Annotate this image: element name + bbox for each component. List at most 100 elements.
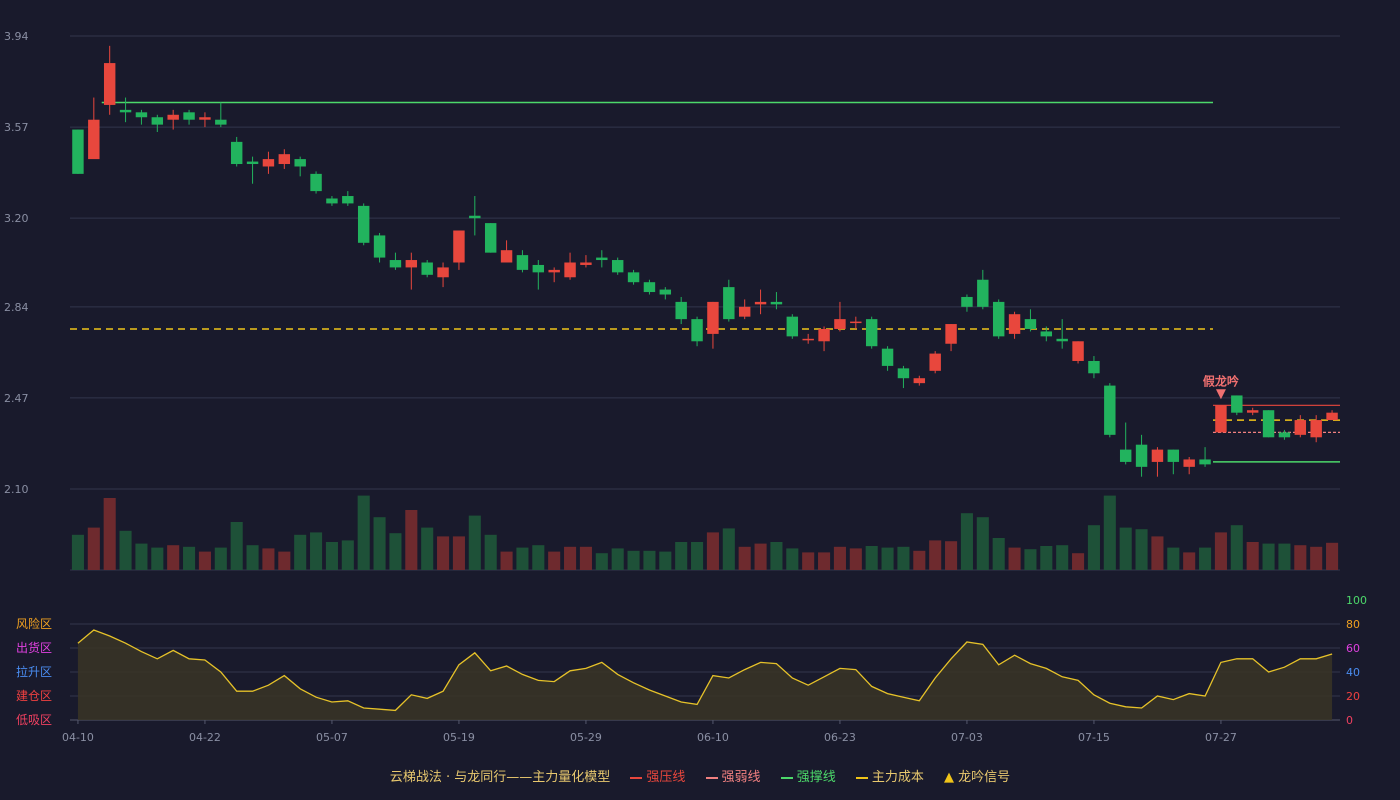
triangle-icon: ▲ (944, 770, 954, 785)
date-tick-label: 04-10 (62, 731, 94, 744)
chart-root: 3.94 3.57 3.20 2.84 2.47 2.10 假龙吟 100 80 60 40 20… (0, 0, 1400, 800)
candle-body (707, 301, 719, 334)
candle-body (1024, 319, 1037, 329)
volume-bar (913, 550, 926, 570)
candle-body (389, 260, 402, 268)
candle-body (1104, 385, 1116, 435)
candlestick-chart: 3.94 3.57 3.20 2.84 2.47 2.10 假龙吟 100 80 60 40 20… (4, 30, 1367, 744)
candle-body (1215, 405, 1227, 433)
candle-body (151, 117, 164, 125)
date-tick-label: 05-29 (570, 731, 602, 744)
candle-body (643, 282, 656, 293)
candle-body (230, 141, 243, 165)
volume-bar (1199, 547, 1212, 570)
candle-body (373, 235, 386, 258)
candle-body (262, 159, 275, 167)
volume-bar (691, 542, 704, 570)
legend-cost-label: 主力成本 (871, 770, 924, 785)
candle-body (1246, 410, 1259, 413)
legend-cost[interactable]: 主力成本 (855, 770, 924, 785)
volume-bar (1167, 547, 1180, 570)
candle-body (850, 321, 862, 324)
volume-bar (659, 551, 672, 570)
candle-body (469, 215, 481, 219)
candle-body (342, 196, 354, 204)
candle-body (818, 328, 830, 342)
candle-body (881, 348, 894, 366)
volume-bar (1008, 547, 1021, 570)
volume-bar (151, 547, 164, 570)
volume-bar (500, 551, 513, 570)
zone-label: 建仓区 (16, 689, 52, 703)
candle-body (691, 319, 703, 342)
oscillator-tick-label: 60 (1346, 642, 1360, 655)
signal-label: 假龙吟 (1203, 373, 1239, 388)
candle-body (1183, 459, 1195, 467)
legend-support[interactable]: 强撑线 (780, 770, 836, 785)
candle-body (1326, 412, 1338, 421)
volume-bar (754, 543, 767, 570)
volume-bar (992, 538, 1005, 570)
volume-bar (1246, 542, 1259, 570)
date-tick-label: 05-19 (443, 731, 475, 744)
volume-bar (865, 546, 878, 570)
candle-body (453, 230, 465, 263)
candle-body (357, 205, 370, 243)
legend-pressure-label: 强压线 (646, 770, 686, 785)
volume-bar (1214, 532, 1227, 570)
grid (70, 35, 1340, 571)
legend: 云梯战法 · 与龙同行——主力量化模型 强压线 强弱线 强撑线 主力成本 ▲ 龙… (0, 766, 1400, 785)
volume-bars (71, 495, 1339, 570)
candle-body (834, 319, 846, 329)
candle-body (532, 264, 545, 273)
candle-body (1310, 420, 1322, 438)
candle-body (72, 129, 84, 174)
legend-weak[interactable]: 强弱线 (705, 770, 761, 785)
volume-bar (564, 546, 577, 570)
candle-body (1135, 444, 1148, 467)
candle-body (1262, 410, 1275, 438)
oscillator-tick-label: 40 (1346, 666, 1360, 679)
volume-bar (706, 532, 719, 570)
legend-pressure[interactable]: 强压线 (630, 770, 685, 785)
volume-bar (1087, 525, 1100, 570)
volume-bar (325, 542, 338, 570)
volume-bar (119, 530, 132, 570)
price-tick-label: 2.84 (4, 301, 29, 314)
price-tick-label: 3.94 (4, 30, 29, 43)
zone-label: 风险区 (16, 616, 52, 631)
legend-support-label: 强撑线 (796, 770, 836, 785)
date-tick-label: 07-15 (1078, 731, 1110, 744)
candle-body (897, 368, 910, 379)
oscillator-tick-label: 0 (1346, 714, 1353, 727)
candle-body (88, 119, 100, 160)
volume-bar (1230, 525, 1243, 570)
candle-body (1056, 338, 1068, 342)
legend-signal[interactable]: ▲ 龙吟信号 (944, 770, 1010, 785)
date-tick-label: 06-23 (824, 731, 856, 744)
volume-bar (833, 546, 846, 570)
candle-body (167, 114, 179, 120)
volume-bar (802, 552, 815, 570)
legend-weak-label: 强弱线 (721, 770, 761, 785)
volume-bar (1278, 543, 1291, 570)
oscillator-tick-label: 80 (1346, 618, 1360, 631)
candle-body (1072, 341, 1084, 361)
volume-bar (468, 515, 481, 570)
candle-body (199, 117, 211, 120)
candle-body (1088, 360, 1100, 374)
volume-bar (373, 517, 386, 570)
candle-body (1151, 449, 1164, 462)
candle-body (103, 63, 116, 105)
volume-bar (341, 540, 354, 570)
volume-bar (770, 542, 783, 570)
volume-bar (945, 541, 958, 570)
candle-body (1294, 420, 1307, 435)
candle-body (564, 262, 576, 278)
volume-bar (532, 545, 545, 570)
candle-body (1167, 449, 1180, 462)
price-axis: 3.94 3.57 3.20 2.84 2.47 2.10 (4, 30, 29, 496)
oscillator-panel: 100 80 60 40 20 0 风险区出货区拉升区建仓区低吸区 (16, 594, 1367, 727)
price-tick-label: 2.10 (4, 483, 29, 496)
volume-bar (548, 551, 561, 570)
